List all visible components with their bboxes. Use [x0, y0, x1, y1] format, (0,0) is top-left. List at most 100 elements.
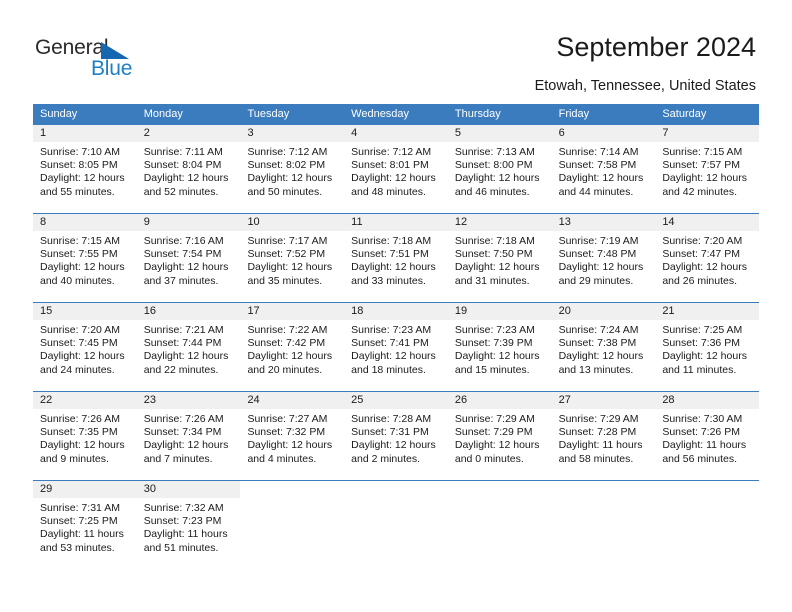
logo-text-blue: Blue: [91, 57, 133, 80]
day-details: Sunrise: 7:13 AM Sunset: 8:00 PM Dayligh…: [448, 142, 552, 199]
day-cell[interactable]: 5 Sunrise: 7:13 AM Sunset: 8:00 PM Dayli…: [447, 125, 552, 213]
day-cell[interactable]: 29 Sunrise: 7:31 AM Sunset: 7:25 PM Dayl…: [33, 481, 137, 569]
sunrise-text: Sunrise: 7:12 AM: [351, 146, 432, 158]
daylight-text-line2: and 11 minutes.: [662, 363, 737, 376]
day-cell[interactable]: 4 Sunrise: 7:12 AM Sunset: 8:01 PM Dayli…: [344, 125, 448, 213]
daylight-text-line2: and 51 minutes.: [143, 541, 219, 554]
daylight-text-line2: and 0 minutes.: [454, 452, 524, 465]
day-details: Sunrise: 7:29 AM Sunset: 7:29 PM Dayligh…: [448, 409, 552, 466]
sunrise-text: Sunrise: 7:30 AM: [662, 413, 743, 425]
day-details: Sunrise: 7:12 AM Sunset: 8:01 PM Dayligh…: [344, 142, 448, 199]
day-cell[interactable]: 10 Sunrise: 7:17 AM Sunset: 7:52 PM Dayl…: [240, 214, 345, 302]
day-details: Sunrise: 7:20 AM Sunset: 7:45 PM Dayligh…: [33, 320, 137, 377]
sunset-text: Sunset: 7:31 PM: [351, 426, 429, 439]
day-details: Sunrise: 7:31 AM Sunset: 7:25 PM Dayligh…: [33, 498, 137, 555]
sunrise-text: Sunrise: 7:11 AM: [143, 146, 223, 158]
day-number: 30: [136, 481, 241, 498]
day-number: 3: [240, 125, 345, 142]
weekday-header-tuesday: Tuesday: [247, 108, 290, 120]
daylight-text-line2: and 29 minutes.: [558, 274, 634, 287]
daylight-text-line1: Daylight: 12 hours: [558, 261, 644, 274]
day-details: Sunrise: 7:22 AM Sunset: 7:42 PM Dayligh…: [240, 320, 344, 377]
daylight-text-line2: and 31 minutes.: [454, 274, 530, 287]
day-cell[interactable]: 21 Sunrise: 7:25 AM Sunset: 7:36 PM Dayl…: [655, 303, 760, 391]
day-cell[interactable]: 19 Sunrise: 7:23 AM Sunset: 7:39 PM Dayl…: [447, 303, 552, 391]
day-cell[interactable]: 13 Sunrise: 7:19 AM Sunset: 7:48 PM Dayl…: [551, 214, 656, 302]
day-number: 22: [33, 392, 137, 409]
sunrise-text: Sunrise: 7:26 AM: [143, 413, 224, 425]
day-cell[interactable]: 16 Sunrise: 7:21 AM Sunset: 7:44 PM Dayl…: [136, 303, 241, 391]
day-cell[interactable]: 23 Sunrise: 7:26 AM Sunset: 7:34 PM Dayl…: [136, 392, 241, 480]
sunrise-text: Sunrise: 7:19 AM: [558, 235, 639, 247]
day-number: 2: [136, 125, 241, 142]
daylight-text-line1: Daylight: 12 hours: [247, 350, 333, 363]
day-cell[interactable]: 8 Sunrise: 7:15 AM Sunset: 7:55 PM Dayli…: [33, 214, 137, 302]
day-cell[interactable]: 17 Sunrise: 7:22 AM Sunset: 7:42 PM Dayl…: [240, 303, 345, 391]
sunrise-text: Sunrise: 7:20 AM: [662, 235, 743, 247]
day-details: Sunrise: 7:11 AM Sunset: 8:04 PM Dayligh…: [137, 142, 241, 199]
daylight-text-line1: Daylight: 12 hours: [351, 350, 436, 363]
daylight-text-line1: Daylight: 12 hours: [247, 172, 333, 185]
day-cell[interactable]: 1 Sunrise: 7:10 AM Sunset: 8:05 PM Dayli…: [33, 125, 137, 213]
day-cell[interactable]: 24 Sunrise: 7:27 AM Sunset: 7:32 PM Dayl…: [240, 392, 345, 480]
daylight-text-line1: Daylight: 12 hours: [247, 261, 333, 274]
general-blue-logo[interactable]: General Blue: [35, 36, 175, 84]
daylight-text-line1: Daylight: 11 hours: [558, 439, 643, 452]
daylight-text-line2: and 37 minutes.: [143, 274, 219, 287]
day-number: 27: [551, 392, 656, 409]
daylight-text-line1: Daylight: 12 hours: [143, 172, 229, 185]
day-cell[interactable]: 26 Sunrise: 7:29 AM Sunset: 7:29 PM Dayl…: [447, 392, 552, 480]
day-cell[interactable]: 14 Sunrise: 7:20 AM Sunset: 7:47 PM Dayl…: [655, 214, 760, 302]
daylight-text-line1: Daylight: 12 hours: [351, 261, 436, 274]
weekday-header-row: Sunday Monday Tuesday Wednesday Thursday…: [33, 104, 759, 125]
day-number: 7: [655, 125, 760, 142]
day-cell[interactable]: 7 Sunrise: 7:15 AM Sunset: 7:57 PM Dayli…: [655, 125, 760, 213]
day-cell[interactable]: 27 Sunrise: 7:29 AM Sunset: 7:28 PM Dayl…: [551, 392, 656, 480]
day-details: Sunrise: 7:19 AM Sunset: 7:48 PM Dayligh…: [552, 231, 656, 288]
daylight-text-line1: Daylight: 12 hours: [40, 172, 125, 185]
day-number: 10: [240, 214, 345, 231]
daylight-text-line1: Daylight: 12 hours: [351, 439, 436, 452]
sunset-text: Sunset: 8:02 PM: [247, 159, 326, 172]
weekday-header-wednesday: Wednesday: [351, 108, 410, 120]
daylight-text-line1: Daylight: 11 hours: [40, 528, 124, 541]
daylight-text-line1: Daylight: 12 hours: [454, 350, 540, 363]
day-details: Sunrise: 7:15 AM Sunset: 7:55 PM Dayligh…: [33, 231, 137, 288]
day-cell[interactable]: 2 Sunrise: 7:11 AM Sunset: 8:04 PM Dayli…: [136, 125, 241, 213]
daylight-text-line2: and 7 minutes.: [143, 452, 213, 465]
day-cell[interactable]: 12 Sunrise: 7:18 AM Sunset: 7:50 PM Dayl…: [447, 214, 552, 302]
sunrise-text: Sunrise: 7:23 AM: [454, 324, 535, 336]
day-details: Sunrise: 7:32 AM Sunset: 7:23 PM Dayligh…: [137, 498, 241, 555]
day-cell[interactable]: 11 Sunrise: 7:18 AM Sunset: 7:51 PM Dayl…: [344, 214, 448, 302]
sunrise-text: Sunrise: 7:29 AM: [454, 413, 535, 425]
daylight-text-line1: Daylight: 12 hours: [143, 350, 229, 363]
daylight-text-line1: Daylight: 12 hours: [662, 172, 747, 185]
day-cell[interactable]: 3 Sunrise: 7:12 AM Sunset: 8:02 PM Dayli…: [240, 125, 345, 213]
page-title: September 2024: [556, 32, 756, 62]
sunrise-text: Sunrise: 7:17 AM: [247, 235, 328, 247]
day-cell[interactable]: 20 Sunrise: 7:24 AM Sunset: 7:38 PM Dayl…: [551, 303, 656, 391]
sunset-text: Sunset: 7:38 PM: [558, 337, 637, 350]
day-number: 25: [344, 392, 448, 409]
day-details: Sunrise: 7:25 AM Sunset: 7:36 PM Dayligh…: [655, 320, 759, 377]
day-cell[interactable]: 6 Sunrise: 7:14 AM Sunset: 7:58 PM Dayli…: [551, 125, 656, 213]
sunset-text: Sunset: 7:29 PM: [454, 426, 533, 439]
calendar-grid: Sunday Monday Tuesday Wednesday Thursday…: [33, 104, 760, 569]
page-subtitle: Etowah, Tennessee, United States: [534, 78, 756, 94]
day-details: Sunrise: 7:17 AM Sunset: 7:52 PM Dayligh…: [240, 231, 344, 288]
daylight-text-line2: and 4 minutes.: [247, 452, 317, 465]
day-cell[interactable]: 9 Sunrise: 7:16 AM Sunset: 7:54 PM Dayli…: [136, 214, 241, 302]
sunrise-text: Sunrise: 7:24 AM: [558, 324, 639, 336]
page-header: General Blue September 2024 Etowah, Tenn…: [0, 0, 792, 100]
daylight-text-line1: Daylight: 12 hours: [558, 172, 644, 185]
daylight-text-line2: and 20 minutes.: [247, 363, 323, 376]
day-number: 15: [33, 303, 137, 320]
day-cell[interactable]: 30 Sunrise: 7:32 AM Sunset: 7:23 PM Dayl…: [136, 481, 241, 569]
day-number: 9: [136, 214, 241, 231]
day-cell[interactable]: 22 Sunrise: 7:26 AM Sunset: 7:35 PM Dayl…: [33, 392, 137, 480]
sunset-text: Sunset: 7:36 PM: [662, 337, 740, 350]
day-cell[interactable]: 15 Sunrise: 7:20 AM Sunset: 7:45 PM Dayl…: [33, 303, 137, 391]
day-cell[interactable]: 18 Sunrise: 7:23 AM Sunset: 7:41 PM Dayl…: [344, 303, 448, 391]
day-cell[interactable]: 25 Sunrise: 7:28 AM Sunset: 7:31 PM Dayl…: [344, 392, 448, 480]
day-cell[interactable]: 28 Sunrise: 7:30 AM Sunset: 7:26 PM Dayl…: [655, 392, 760, 480]
